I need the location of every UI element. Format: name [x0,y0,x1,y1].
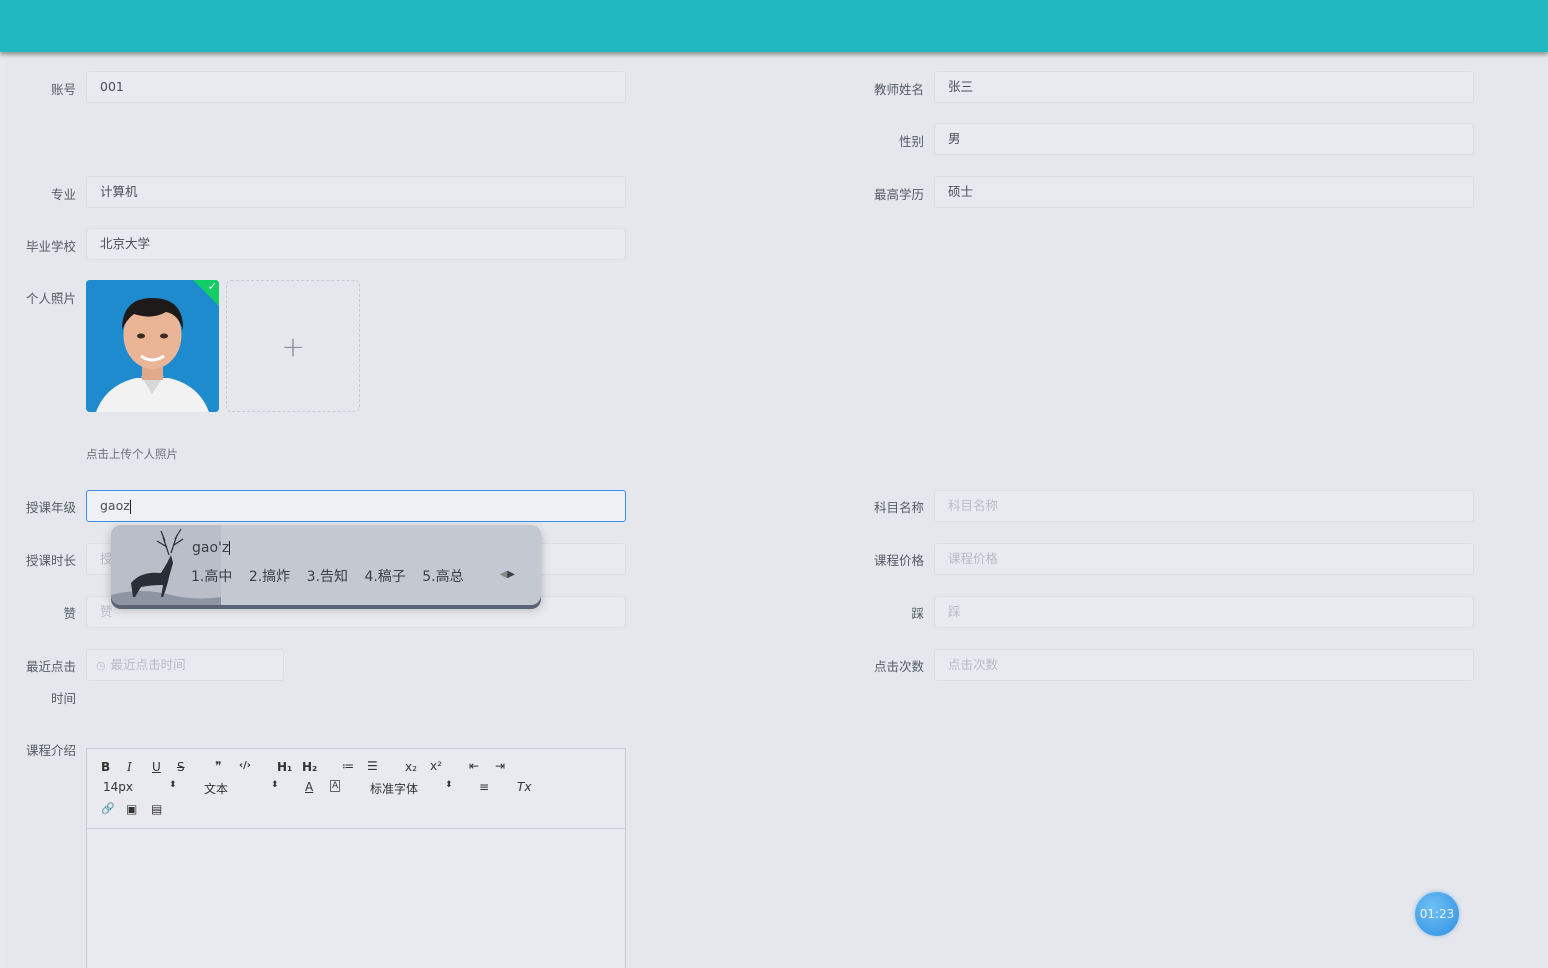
grade-input[interactable]: gaoz [86,490,626,522]
price-label: 课程价格 [873,553,924,568]
dislike-label: 踩 [911,606,924,621]
font-size-chevron-icon: ⬍ [169,780,177,790]
image-button[interactable]: ▣ [126,802,137,816]
add-photo-uploader[interactable]: + [226,280,360,412]
indent-button[interactable]: ⇥ [495,759,505,773]
like-label: 赞 [63,606,76,621]
font-size-select[interactable]: 14px [103,780,133,794]
major-label: 专业 [50,187,76,202]
teacher-name-label: 教师姓名 [873,82,924,97]
last-click-label-line2: 时间 [50,691,76,706]
upload-tip: 点击上传个人照片 [86,447,178,461]
editor-toolbar: B I U S ❞ ‹/› H₁ H₂ ≔ ☰ x₂ x² ⇤ ⇥ 14px ⬍… [87,749,625,829]
ime-candidate[interactable]: 1.高中 [191,569,232,585]
editor-content-area[interactable] [87,829,625,968]
ime-page-arrows: ◀▶ [500,569,515,580]
rich-text-editor: B I U S ❞ ‹/› H₁ H₂ ≔ ☰ x₂ x² ⇤ ⇥ 14px ⬍… [86,748,626,968]
video-button[interactable]: ▤ [151,802,162,816]
education-label: 最高学历 [873,187,924,202]
gender-label: 性别 [898,134,924,149]
bold-button[interactable]: B [101,760,110,774]
header-chevron-icon: ⬍ [271,780,279,790]
major-input[interactable]: 计算机 [86,176,626,208]
ime-candidate[interactable]: 3.告知 [307,569,348,585]
font-family-chevron-icon: ⬍ [445,780,453,790]
italic-button[interactable]: I [127,760,132,774]
ime-next-icon[interactable]: ▶ [507,569,515,580]
underline-button[interactable]: U [152,760,161,774]
ime-candidate[interactable]: 4.稿子 [364,569,405,585]
h1-button[interactable]: H₁ [277,760,292,774]
top-header-bar [0,0,1548,52]
check-icon: ✓ [207,280,217,293]
code-button[interactable]: ‹/› [239,760,251,771]
subject-label: 科目名称 [873,500,924,515]
timer-badge[interactable]: 01:23 [1415,892,1459,936]
ime-candidate-window: gao'z 1.高中 2.搞炸 3.告知 4.稿子 5.高总 ◀▶ [111,525,541,605]
last-click-datetime-picker[interactable]: ◷ 最近点击时间 [86,649,284,681]
font-family-select[interactable]: 标准字体 [370,780,418,797]
account-label: 账号 [50,82,76,97]
dislike-input[interactable]: 踩 [934,596,1474,628]
clock-icon: ◷ [96,659,106,672]
subject-input[interactable]: 科目名称 [934,490,1474,522]
gender-select[interactable]: 男 [934,123,1474,155]
grade-label: 授课年级 [25,500,76,515]
ime-caret [229,541,231,555]
ime-pinyin: gao'z [192,540,231,556]
uploaded-photo[interactable]: ✓ [86,280,219,412]
plus-icon: + [281,329,305,363]
last-click-placeholder: 最近点击时间 [110,657,186,672]
font-color-button[interactable]: A [305,780,313,794]
strike-button[interactable]: S [177,760,185,774]
school-label: 毕业学校 [25,239,76,254]
click-count-label: 点击次数 [873,659,924,674]
background-color-button[interactable]: A [330,780,341,792]
education-input[interactable]: 硕士 [934,176,1474,208]
clear-format-button[interactable]: Tx [517,780,531,794]
ordered-list-button[interactable]: ≔ [342,759,354,773]
quote-button[interactable]: ❞ [215,759,221,773]
superscript-button[interactable]: x² [430,759,442,773]
school-input[interactable]: 北京大学 [86,228,626,260]
ime-candidate[interactable]: 2.搞炸 [249,569,290,585]
header-select[interactable]: 文本 [204,780,228,797]
intro-label: 课程介绍 [25,743,76,758]
photo-label: 个人照片 [25,291,76,306]
outdent-button[interactable]: ⇤ [469,759,479,773]
ime-pinyin-text: gao'z [192,540,230,556]
ime-candidate[interactable]: 5.高总 [422,569,463,585]
deer-skin-icon [111,525,221,605]
click-count-input[interactable]: 点击次数 [934,649,1474,681]
subscript-button[interactable]: x₂ [405,760,417,774]
duration-label: 授课时长 [25,553,76,568]
bullet-list-button[interactable]: ☰ [367,759,378,773]
account-input[interactable]: 001 [86,71,626,103]
text-caret [129,499,131,514]
link-button[interactable]: 🔗 [101,802,115,815]
h2-button[interactable]: H₂ [302,760,317,774]
price-input[interactable]: 课程价格 [934,543,1474,575]
ime-candidate-list: 1.高中 2.搞炸 3.告知 4.稿子 5.高总 [191,566,476,586]
last-click-label: 最近点击 [25,659,76,674]
align-button[interactable]: ≡ [479,780,489,794]
teacher-name-input[interactable]: 张三 [934,71,1474,103]
grade-input-text: gaoz [100,498,130,513]
